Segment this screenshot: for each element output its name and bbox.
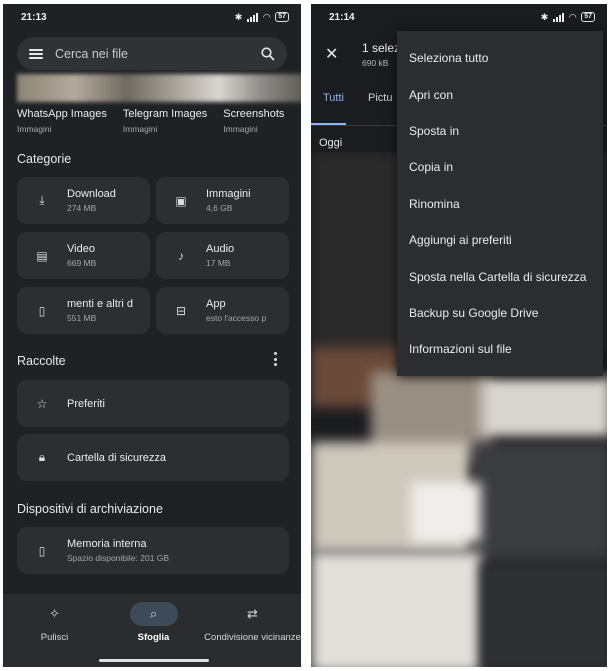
date-header: Oggi <box>319 137 343 149</box>
nav-browse[interactable]: ⌕ Sfoglia <box>104 602 203 643</box>
files-browse-screen: 21:13 ✱ ◠ 57 Cerca nei file WhatsApp Ima… <box>3 4 301 667</box>
folder-item[interactable]: Screenshots Immagini <box>223 108 284 134</box>
menu-item-add-favorites[interactable]: Aggiungi ai preferiti <box>397 222 603 258</box>
nav-label: Condivisione vicinanze <box>204 632 301 643</box>
folder-name: WhatsApp Images <box>17 108 107 120</box>
more-options-icon[interactable] <box>273 352 277 366</box>
menu-item-select-all[interactable]: Seleziona tutto <box>397 40 603 76</box>
files-selection-screen: 21:14 ✱ ◠ 57 ✕ 1 selez 690 kB Tutti Pict… <box>311 4 607 667</box>
music-note-icon: ♪ <box>178 248 184 263</box>
folder-type: Immagini <box>223 124 258 134</box>
search-icon[interactable] <box>261 46 275 61</box>
tab-all[interactable]: Tutti <box>311 92 356 104</box>
category-size: 551 MB <box>67 313 97 323</box>
category-label: App <box>206 298 226 310</box>
nav-label: Pulisci <box>40 632 69 643</box>
category-label: menti e altri d <box>67 298 134 310</box>
bottom-navigation: ✧ Pulisci ⌕ Sfoglia ⇄ Condivisione vicin… <box>3 594 301 667</box>
search-bar[interactable]: Cerca nei file <box>17 37 287 70</box>
video-icon: ▤ <box>36 248 48 263</box>
category-size: 17 MB <box>206 258 231 268</box>
category-apps[interactable]: ⊟ App esto l'accesso p <box>156 287 289 334</box>
menu-item-backup-drive[interactable]: Backup su Google Drive <box>397 295 603 331</box>
nav-nearby-share[interactable]: ⇄ Condivisione vicinanze <box>203 602 301 643</box>
folder-item[interactable]: WhatsApp Images Immagini <box>17 108 107 134</box>
wifi-icon: ◠ <box>569 11 577 22</box>
document-icon: ▯ <box>38 303 46 318</box>
signal-icon <box>553 12 565 22</box>
menu-item-copy-to[interactable]: Copia in <box>397 149 603 185</box>
menu-item-move-safe-folder[interactable]: Sposta nella Cartella di sicurezza <box>397 258 603 294</box>
browse-icon: ⌕ <box>129 602 178 626</box>
collections-title: Raccolte <box>17 354 66 368</box>
status-time: 21:13 <box>21 11 47 23</box>
status-bar: 21:14 ✱ ◠ 57 <box>311 4 607 30</box>
sparkle-icon: ✧ <box>49 606 60 621</box>
folder-name: Telegram Images <box>122 108 208 120</box>
phone-icon: ▯ <box>38 543 46 558</box>
category-audio[interactable]: ♪ Audio 17 MB <box>156 232 289 279</box>
folder-item[interactable]: Telegram Images Immagini <box>123 108 207 134</box>
category-size: esto l'accesso p <box>206 313 267 323</box>
folder-list: WhatsApp Images Immagini Telegram Images… <box>17 108 300 134</box>
status-bar: 21:13 ✱ ◠ 57 <box>3 4 301 30</box>
collection-label: Preferiti <box>67 397 105 410</box>
battery-icon: 57 <box>275 12 289 22</box>
collection-safe-folder[interactable]: 🔒︎ Cartella di sicurezza <box>17 434 289 481</box>
category-size: 4,6 GB <box>206 203 233 213</box>
filter-tabs: Tutti Pictu <box>311 92 404 104</box>
menu-item-file-info[interactable]: Informazioni sul file <box>397 331 603 367</box>
storage-label: Memoria interna <box>67 538 147 550</box>
folder-type: Immagini <box>122 124 158 134</box>
battery-icon: 57 <box>581 12 595 22</box>
lock-icon: 🔒︎ <box>38 450 46 464</box>
menu-item-move-to[interactable]: Sposta in <box>397 113 603 149</box>
hamburger-menu-icon[interactable] <box>29 48 43 59</box>
close-icon[interactable]: ✕ <box>325 44 338 64</box>
app-icon: ⊟ <box>175 303 187 318</box>
collection-favorites[interactable]: ☆ Preferiti <box>17 380 289 427</box>
category-label: Immagini <box>206 188 251 200</box>
storage-internal[interactable]: ▯ Memoria interna Spazio disponibile: 201… <box>17 527 289 574</box>
star-icon: ☆ <box>36 396 48 411</box>
download-icon: ⤓ <box>39 193 45 207</box>
selection-size: 690 kB <box>362 58 389 68</box>
category-label: Audio <box>206 243 235 255</box>
bluetooth-icon: ✱ <box>234 11 243 22</box>
category-download[interactable]: ⤓ Download 274 MB <box>17 177 150 224</box>
category-label: Download <box>67 188 116 200</box>
nav-clean[interactable]: ✧ Pulisci <box>5 602 104 643</box>
status-time: 21:14 <box>329 11 355 23</box>
nearby-share-icon: ⇄ <box>247 606 258 621</box>
category-size: 669 MB <box>67 258 97 268</box>
category-images[interactable]: ▣ Immagini 4,6 GB <box>156 177 289 224</box>
category-label: Video <box>67 243 95 255</box>
context-menu: Seleziona tutto Apri con Sposta in Copia… <box>397 31 603 376</box>
category-documents[interactable]: ▯ menti e altri d 551 MB <box>17 287 150 334</box>
menu-item-rename[interactable]: Rinomina <box>397 186 603 222</box>
search-placeholder[interactable]: Cerca nei file <box>55 47 261 61</box>
storage-title: Dispositivi di archiviazione <box>17 502 163 516</box>
selection-title: 1 selez <box>362 41 401 55</box>
storage-detail: Spazio disponibile: 201 GB <box>67 553 170 563</box>
category-video[interactable]: ▤ Video 669 MB <box>17 232 150 279</box>
image-icon: ▣ <box>175 193 187 208</box>
bluetooth-icon: ✱ <box>540 11 549 22</box>
folder-thumbnails[interactable] <box>17 74 301 102</box>
wifi-icon: ◠ <box>263 11 271 22</box>
home-indicator[interactable] <box>99 659 209 662</box>
category-size: 274 MB <box>67 203 97 213</box>
nav-label: Sfoglia <box>137 632 170 643</box>
menu-item-open-with[interactable]: Apri con <box>397 76 603 112</box>
folder-name: Screenshots <box>223 108 285 120</box>
collection-label: Cartella di sicurezza <box>67 451 167 464</box>
categories-title: Categorie <box>17 152 72 166</box>
folder-type: Immagini <box>17 124 52 134</box>
signal-icon <box>247 12 259 22</box>
